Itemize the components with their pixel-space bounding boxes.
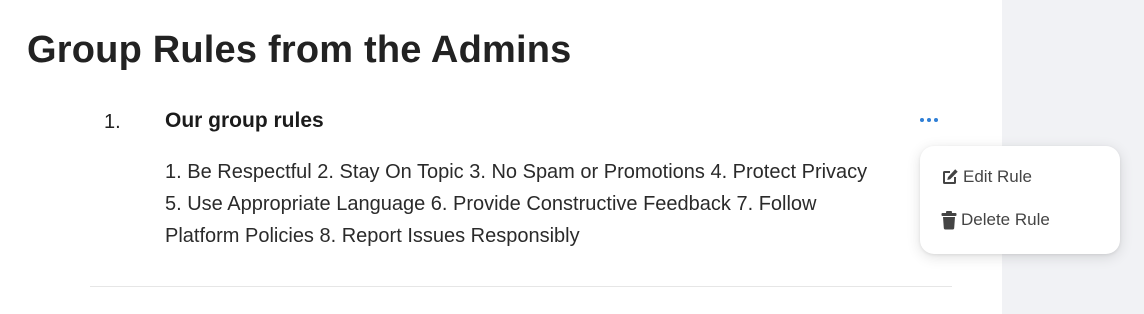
edit-icon — [940, 167, 960, 187]
rule-title: Our group rules — [165, 109, 324, 132]
trash-icon — [940, 210, 958, 230]
dot — [927, 118, 931, 122]
delete-rule-label: Delete Rule — [961, 210, 1050, 229]
dot — [920, 118, 924, 122]
rule-actions-menu: Edit Rule Delete Rule — [920, 146, 1120, 254]
more-options-icon[interactable] — [914, 109, 944, 131]
dot — [934, 118, 938, 122]
divider — [90, 286, 952, 287]
delete-rule-button[interactable]: Delete Rule — [940, 210, 1050, 230]
page-title: Group Rules from the Admins — [27, 29, 572, 71]
rule-number: 1. — [104, 111, 121, 133]
edit-rule-button[interactable]: Edit Rule — [940, 167, 1032, 187]
edit-rule-label: Edit Rule — [963, 167, 1032, 186]
rule-description: 1. Be Respectful 2. Stay On Topic 3. No … — [165, 161, 868, 247]
